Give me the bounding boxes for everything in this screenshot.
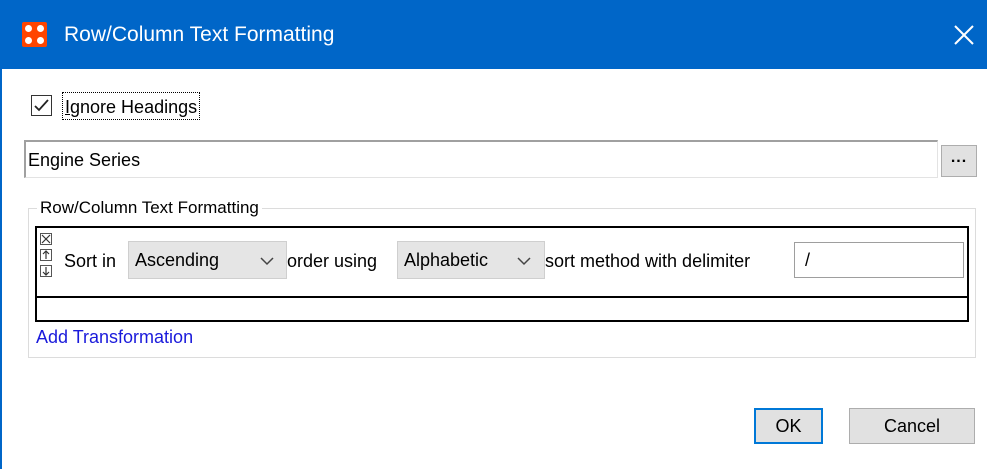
sort-method-label: sort method with delimiter <box>545 251 751 271</box>
method-select[interactable]: Alphabetic <box>397 241 545 279</box>
order-select[interactable]: Ascending <box>128 241 287 279</box>
transformation-list: Sort in Ascending order using Alphabetic… <box>35 226 969 322</box>
sort-in-label: Sort in <box>64 251 117 271</box>
row-divider <box>37 296 967 298</box>
group-legend: Row/Column Text Formatting <box>37 197 262 219</box>
browse-button[interactable]: ... <box>941 145 977 177</box>
move-down-icon[interactable] <box>40 265 52 277</box>
chevron-down-icon <box>260 257 274 266</box>
move-up-icon[interactable] <box>40 249 52 261</box>
ignore-headings-label[interactable]: Ignore Headings <box>62 92 201 120</box>
add-transformation-link[interactable]: Add Transformation <box>36 326 193 348</box>
checkmark-icon <box>34 99 49 112</box>
title-bar: Row/Column Text Formatting <box>0 0 987 69</box>
delimiter-input[interactable]: / <box>794 242 964 278</box>
window-title: Row/Column Text Formatting <box>64 23 335 46</box>
chevron-down-icon <box>517 257 531 266</box>
series-field[interactable]: Engine Series <box>24 140 938 178</box>
window-border <box>0 69 2 469</box>
method-select-value: Alphabetic <box>404 250 489 270</box>
ignore-headings-label-text: gnore Headings <box>70 97 198 117</box>
order-select-value: Ascending <box>135 250 220 270</box>
cancel-button[interactable]: Cancel <box>849 408 975 444</box>
close-icon <box>954 25 974 45</box>
app-grid-icon <box>22 22 47 47</box>
ignore-headings-checkbox[interactable] <box>31 95 52 116</box>
remove-icon[interactable] <box>40 233 52 245</box>
ok-button[interactable]: OK <box>754 408 823 444</box>
order-using-label: order using <box>287 251 378 271</box>
close-button[interactable] <box>946 17 982 53</box>
